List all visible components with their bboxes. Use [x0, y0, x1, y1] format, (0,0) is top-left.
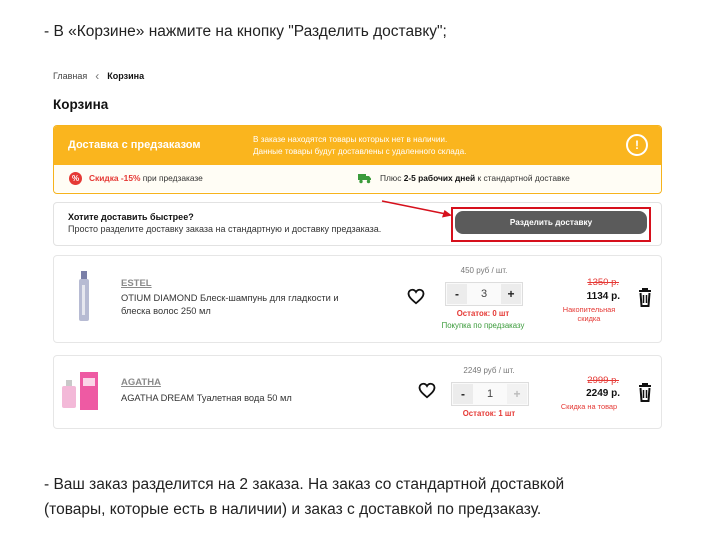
cart-screenshot: Главная ‹ Корзина Корзина Доставка с пре… — [50, 66, 664, 434]
item-name[interactable]: OTIUM DIAMOND Блеск-шампунь для гладкост… — [121, 292, 351, 318]
decrease-button[interactable]: - — [453, 384, 473, 404]
price-note: Скидка на товар — [560, 402, 618, 411]
arrow-icon — [381, 200, 452, 218]
quantity-value[interactable]: 1 — [474, 388, 506, 400]
item-name[interactable]: AGATHA DREAM Туалетная вода 50 мл — [121, 392, 351, 405]
heart-icon[interactable] — [418, 382, 436, 399]
old-price: 1350 р. — [587, 277, 619, 288]
split-subtitle: Просто разделите доставку заказа на стан… — [68, 224, 382, 234]
discount-text: Скидка -15% при предзаказе — [89, 173, 203, 183]
discount-bold: Скидка -15% — [89, 173, 141, 183]
instruction-line-2: - Ваш заказ разделится на 2 заказа. На з… — [44, 476, 565, 493]
trash-icon[interactable] — [637, 287, 653, 307]
preorder-notice: Доставка с предзаказом В заказе находятс… — [53, 125, 662, 194]
increase-button[interactable]: + — [507, 384, 527, 404]
current-price: 1134 р. — [586, 291, 620, 302]
shampoo-bottle-image — [79, 271, 89, 321]
split-delivery-button[interactable]: Разделить доставку — [455, 211, 647, 234]
chevron-left-icon: ‹ — [95, 68, 100, 83]
perfume-image — [62, 372, 98, 410]
quantity-stepper: - 1 + — [451, 382, 529, 406]
preorder-status: Покупка по предзаказу — [441, 321, 525, 330]
cart-item: AGATHA AGATHA DREAM Туалетная вода 50 мл… — [53, 355, 662, 429]
delivery-pre: Плюс — [380, 173, 404, 183]
quantity-stepper: - 3 + — [445, 282, 523, 306]
delivery-text: Плюс 2-5 рабочих дней к стандартной дост… — [380, 173, 570, 183]
old-price: 2999 р. — [587, 375, 619, 386]
page-title: Корзина — [53, 97, 109, 112]
split-delivery-panel: Хотите доставить быстрее? Просто раздели… — [53, 202, 662, 246]
delivery-bold: 2-5 рабочих дней — [403, 173, 476, 183]
quantity-value[interactable]: 3 — [468, 288, 500, 300]
notice-text-line-2: Данные товары будут доставлены с удаленн… — [253, 147, 467, 156]
current-price: 2249 р. — [586, 388, 620, 399]
notice-text: В заказе находятся товары которых нет в … — [253, 134, 466, 158]
percent-icon: % — [69, 172, 82, 185]
split-question: Хотите доставить быстрее? — [68, 212, 194, 222]
trash-icon[interactable] — [637, 382, 653, 402]
decrease-button[interactable]: - — [447, 284, 467, 304]
truck-icon — [358, 174, 371, 184]
price-note: Накопительная скидка — [562, 305, 616, 323]
unit-price: 2249 руб / шт. — [463, 366, 515, 375]
notice-text-line-1: В заказе находятся товары которых нет в … — [253, 135, 448, 144]
stock-status: Остаток: 1 шт — [462, 409, 516, 418]
cart-item: ESTEL OTIUM DIAMOND Блеск-шампунь для гл… — [53, 255, 662, 343]
delivery-post: к стандартной доставке — [475, 173, 570, 183]
info-icon[interactable]: ! — [626, 134, 648, 156]
heart-icon[interactable] — [407, 288, 425, 305]
notice-title: Доставка с предзаказом — [68, 139, 201, 151]
item-brand[interactable]: ESTEL — [121, 278, 152, 289]
instruction-line-3: (товары, которые есть в наличии) и заказ… — [44, 501, 542, 518]
increase-button[interactable]: + — [501, 284, 521, 304]
breadcrumb-current: Корзина — [107, 71, 145, 81]
instruction-line-1: - В «Корзине» нажмите на кнопку "Раздели… — [44, 23, 447, 40]
breadcrumb: Главная ‹ Корзина — [53, 68, 145, 83]
discount-rest: при предзаказе — [140, 173, 203, 183]
item-brand[interactable]: AGATHA — [121, 377, 161, 388]
unit-price: 450 руб / шт. — [460, 266, 508, 275]
breadcrumb-home[interactable]: Главная — [53, 71, 87, 81]
stock-status: Остаток: 0 шт — [456, 309, 510, 318]
